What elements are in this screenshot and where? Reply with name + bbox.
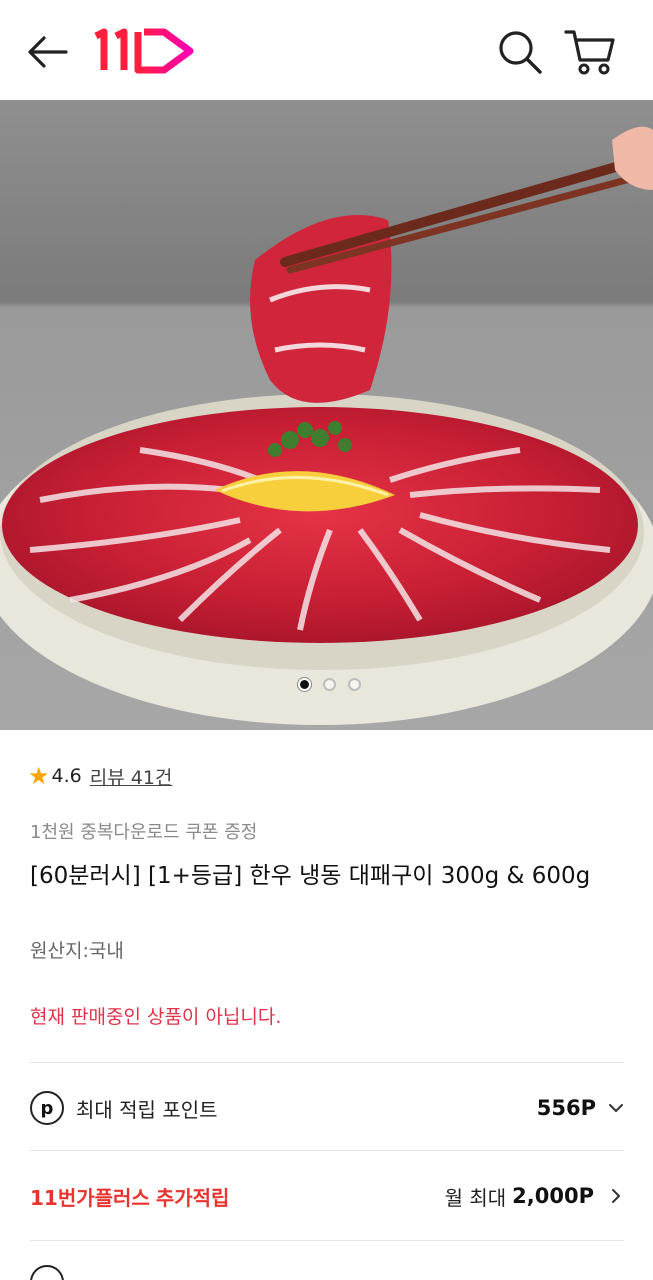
carousel-dot-2[interactable] [323, 678, 336, 691]
search-icon [499, 31, 542, 74]
plus-extra-label: 추가적립 [155, 1185, 230, 1210]
11st-logo-icon [94, 28, 194, 74]
plus-membership-row[interactable]: 11번가플러스 추가적립 월 최대 2,000P [30, 1174, 624, 1218]
star-icon: ★ [28, 762, 50, 790]
carousel-indicator [298, 678, 361, 691]
points-label: 최대 적립 포인트 [76, 1097, 218, 1122]
back-button[interactable] [22, 30, 70, 74]
plus-brand: 11번가플러스 [30, 1185, 150, 1210]
rating-value: 4.6 [51, 765, 82, 787]
search-button[interactable] [494, 26, 546, 78]
product-image[interactable] [0, 100, 653, 730]
divider [30, 1150, 624, 1151]
chevron-right-icon[interactable] [608, 1188, 624, 1204]
partially-visible-row[interactable] [30, 1262, 624, 1280]
coupon-note: 1천원 중복다운로드 쿠폰 증정 [30, 822, 258, 843]
divider [30, 1240, 624, 1241]
points-value: 556P [536, 1096, 596, 1120]
logo[interactable] [92, 26, 196, 76]
product-title: [60분러시] [1+등급] 한우 냉동 대패구이 300g & 600g [30, 863, 591, 889]
sale-status: 현재 판매중인 상품이 아닙니다. [30, 1006, 282, 1028]
review-count-link[interactable]: 리뷰 41건 [90, 763, 173, 790]
carousel-dot-3[interactable] [348, 678, 361, 691]
max-points-row[interactable]: p 최대 적립 포인트 556P [30, 1086, 624, 1130]
plus-value: 2,000P [512, 1184, 594, 1208]
carousel-dot-1[interactable] [298, 678, 311, 691]
product-photo [0, 100, 653, 730]
info-icon [30, 1265, 64, 1280]
top-app-bar [0, 0, 653, 100]
point-icon: p [30, 1091, 64, 1125]
cart-button[interactable] [562, 26, 618, 78]
arrow-left-icon [28, 36, 68, 68]
divider [30, 1062, 624, 1063]
chevron-down-icon[interactable] [608, 1100, 624, 1116]
cart-icon [564, 30, 615, 75]
product-origin: 원산지:국내 [30, 940, 124, 962]
plus-value-prefix: 월 최대 [444, 1185, 507, 1210]
rating-row: ★ 4.6 리뷰 41건 [28, 762, 172, 790]
